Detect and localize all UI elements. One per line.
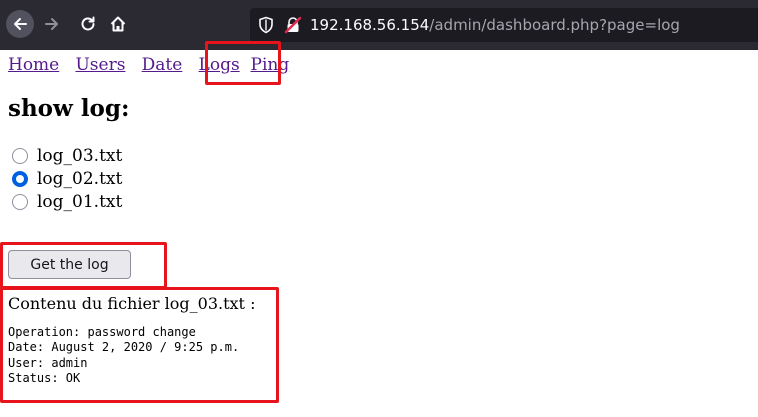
back-button[interactable] (6, 10, 34, 38)
forward-button[interactable] (38, 10, 66, 38)
insecure-lock-icon[interactable] (284, 16, 302, 38)
home-button[interactable] (104, 10, 132, 38)
menu-link-date[interactable]: Date (142, 55, 183, 75)
browser-toolbar: 192.168.56.154/admin/dashboard.php?page=… (0, 0, 758, 50)
radio-button[interactable] (12, 193, 28, 210)
url-text[interactable]: 192.168.56.154/admin/dashboard.php?page=… (310, 15, 680, 35)
url-path: /admin/dashboard.php?page=log (429, 16, 680, 34)
reload-icon (81, 16, 95, 31)
menu-link-users[interactable]: Users (75, 55, 125, 75)
reload-button[interactable] (74, 10, 102, 38)
radio-label: log_01.txt (37, 191, 123, 212)
annotation-box-logs (205, 41, 281, 85)
log-file-radio-group: log_03.txt log_02.txt log_01.txt (12, 144, 122, 213)
menu-link-home[interactable]: Home (8, 55, 59, 75)
radio-option-log-03[interactable]: log_03.txt (12, 144, 122, 167)
radio-option-log-02[interactable]: log_02.txt (12, 167, 122, 190)
annotation-box-button (0, 242, 167, 289)
radio-option-log-01[interactable]: log_01.txt (12, 190, 122, 213)
url-host: 192.168.56.154 (310, 16, 430, 34)
radio-label: log_02.txt (37, 168, 123, 189)
annotation-box-log-output (0, 287, 279, 403)
radio-label: log_03.txt (37, 145, 123, 166)
home-icon (110, 16, 126, 32)
radio-button[interactable] (12, 147, 28, 164)
page-title: show log: (8, 95, 130, 122)
arrow-left-icon (14, 18, 27, 30)
arrow-right-icon (45, 18, 58, 30)
url-bar[interactable]: 192.168.56.154/admin/dashboard.php?page=… (250, 8, 758, 42)
tracking-shield-icon[interactable] (258, 16, 274, 38)
radio-button-checked[interactable] (12, 170, 28, 187)
